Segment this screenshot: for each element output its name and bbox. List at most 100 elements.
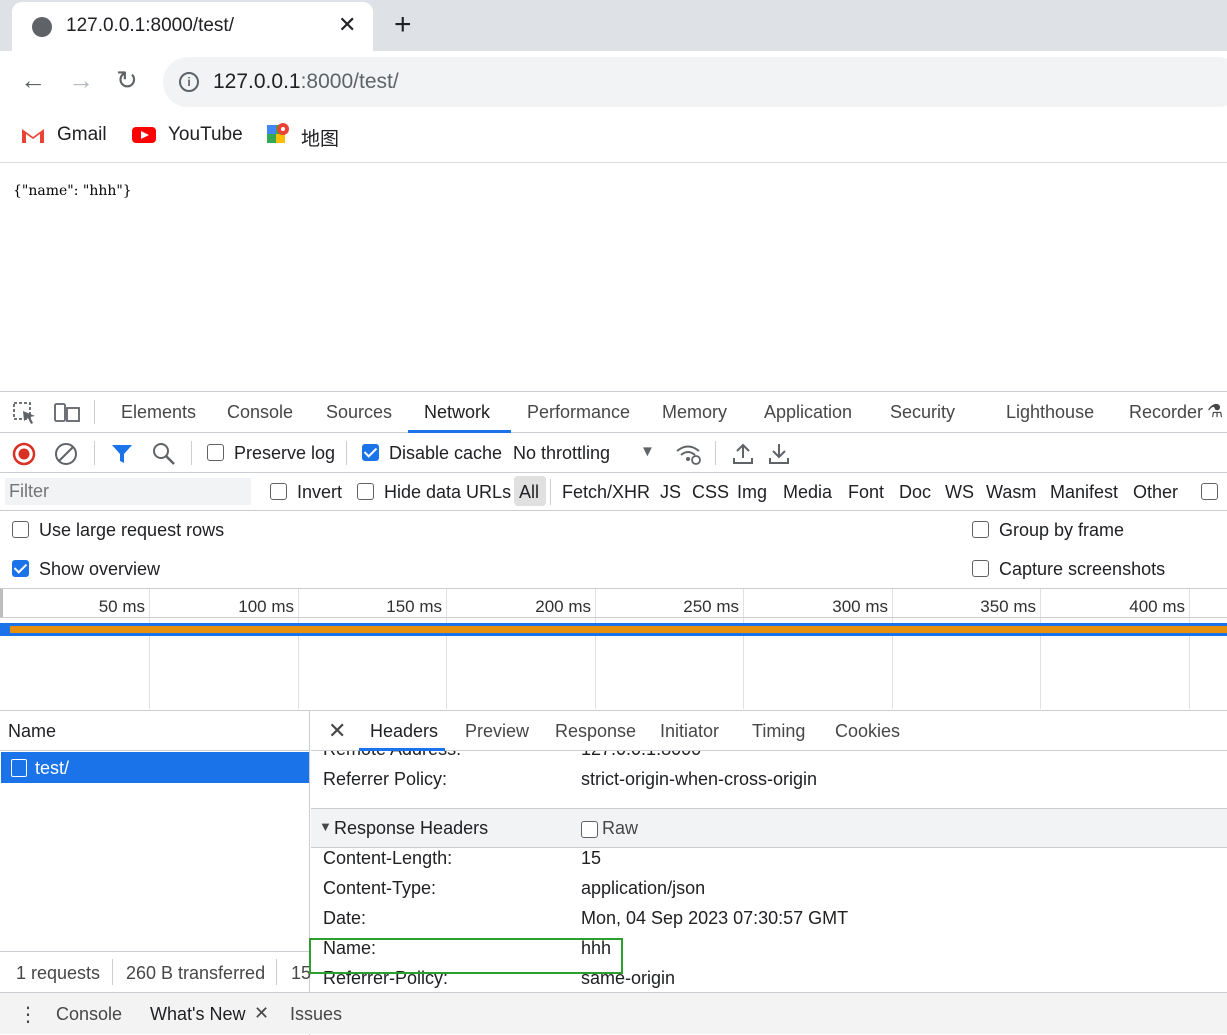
large-rows-checkbox[interactable] <box>12 521 29 538</box>
type-filter-font[interactable]: Font <box>848 482 884 503</box>
close-details-icon[interactable]: ✕ <box>328 718 346 744</box>
preserve-log-label: Preserve log <box>234 443 336 463</box>
disable-cache-checkbox[interactable] <box>362 444 379 461</box>
separator <box>550 479 551 505</box>
more-options-icon[interactable]: ⋮ <box>18 1002 38 1027</box>
type-filter-js[interactable]: JS <box>660 482 681 503</box>
blocked-checkbox[interactable] <box>1201 483 1218 500</box>
tab-close-icon[interactable]: ✕ <box>338 12 356 38</box>
invert-checkbox[interactable] <box>270 483 287 500</box>
tab-initiator[interactable]: Initiator <box>660 721 719 742</box>
drawer-tab-whats-new[interactable]: What's New <box>150 1004 245 1025</box>
preserve-log-checkbox[interactable] <box>207 444 224 461</box>
tab-timing[interactable]: Timing <box>752 721 805 742</box>
request-count: 1 requests <box>16 963 101 983</box>
tab-sources[interactable]: Sources <box>326 402 392 423</box>
name-column-header[interactable]: Name <box>8 721 56 742</box>
tick-line <box>743 589 744 709</box>
response-headers-section[interactable]: ▼ Response Headers Raw <box>311 808 1227 848</box>
tab-headers[interactable]: Headers <box>370 721 438 742</box>
reload-icon[interactable]: ↻ <box>116 65 138 96</box>
device-toolbar-icon[interactable] <box>54 402 80 424</box>
throttling-select[interactable]: No throttling <box>513 443 610 464</box>
show-overview-checkbox[interactable] <box>12 560 29 577</box>
record-stop-icon[interactable] <box>12 442 36 466</box>
url-path: :8000/test/ <box>300 70 399 93</box>
tab-lighthouse[interactable]: Lighthouse <box>1006 402 1094 423</box>
type-filter-wasm[interactable]: Wasm <box>986 482 1036 503</box>
back-icon[interactable]: ← <box>20 65 46 96</box>
tab-memory[interactable]: Memory <box>662 402 727 423</box>
drawer-tab-issues[interactable]: Issues <box>290 1004 342 1025</box>
tab-network[interactable]: Network <box>424 402 490 423</box>
tab-console[interactable]: Console <box>227 402 293 423</box>
tab-recorder[interactable]: Recorder <box>1129 402 1203 423</box>
browser-toolbar: ← → ↻ i 127.0.0.1:8000/test/ <box>0 51 1227 111</box>
type-filter-manifest[interactable]: Manifest <box>1050 482 1118 503</box>
filter-input[interactable] <box>5 478 251 505</box>
response-headers-title: Response Headers <box>334 818 489 838</box>
inspect-element-icon[interactable] <box>13 402 37 424</box>
address-bar[interactable]: i 127.0.0.1:8000/test/ <box>163 57 1227 107</box>
header-name: Content-Length: <box>323 848 453 868</box>
tab-response[interactable]: Response <box>555 721 636 742</box>
type-filter-doc[interactable]: Doc <box>899 482 931 503</box>
globe-icon <box>32 17 52 37</box>
timeline-handle[interactable] <box>0 589 3 617</box>
clear-icon[interactable] <box>54 442 78 466</box>
divider <box>0 617 1227 618</box>
capture-screenshots-checkbox[interactable] <box>972 560 989 577</box>
separator <box>346 441 347 465</box>
invert-label: Invert <box>297 482 343 502</box>
triangle-down-icon: ▼ <box>319 819 332 834</box>
tab-cookies[interactable]: Cookies <box>835 721 900 742</box>
hide-data-urls-checkbox[interactable] <box>357 483 374 500</box>
bookmark-youtube[interactable]: YouTube <box>168 124 243 146</box>
import-har-icon[interactable] <box>732 442 754 466</box>
request-row[interactable]: test/ <box>1 752 309 783</box>
tab-preview[interactable]: Preview <box>465 721 529 742</box>
network-conditions-icon[interactable] <box>675 442 701 466</box>
header-name: Date: <box>323 908 367 928</box>
raw-checkbox[interactable] <box>581 821 598 838</box>
url-text[interactable]: 127.0.0.1:8000/test/ <box>213 70 399 94</box>
chevron-down-icon[interactable]: ▼ <box>640 443 655 460</box>
tab-security[interactable]: Security <box>890 402 955 423</box>
bookmark-gmail[interactable]: Gmail <box>57 124 107 146</box>
header-value: strict-origin-when-cross-origin <box>581 769 818 789</box>
type-filter-fetch-xhr[interactable]: Fetch/XHR <box>562 482 650 503</box>
forward-icon[interactable]: → <box>68 65 94 96</box>
tab-application[interactable]: Application <box>764 402 852 423</box>
new-tab-button[interactable]: + <box>394 8 412 42</box>
drawer-tab-close-icon[interactable]: ✕ <box>254 1003 269 1024</box>
separator <box>94 400 95 424</box>
search-icon[interactable] <box>152 442 176 466</box>
tick-label: 300 ms <box>832 597 888 616</box>
type-filter-media[interactable]: Media <box>783 482 832 503</box>
filter-icon[interactable] <box>111 443 133 465</box>
site-info-icon[interactable]: i <box>179 72 199 92</box>
type-filter-all[interactable]: All <box>519 482 539 503</box>
drawer-tab-console[interactable]: Console <box>56 1004 122 1025</box>
tick-line <box>595 589 596 709</box>
tab-elements[interactable]: Elements <box>121 402 196 423</box>
type-filter-img[interactable]: Img <box>737 482 767 503</box>
bookmark-maps[interactable]: 地图 <box>301 124 339 151</box>
tab-performance[interactable]: Performance <box>527 402 630 423</box>
header-value: Mon, 04 Sep 2023 07:30:57 GMT <box>581 908 849 928</box>
capture-screenshots-label: Capture screenshots <box>999 559 1166 579</box>
tick-label: 50 ms <box>98 597 145 616</box>
request-list: Name test/ 1 requests 260 B transferred … <box>0 711 311 1035</box>
devtools-drawer: ⋮ Console What's New ✕ Issues <box>0 992 1227 1034</box>
type-filter-css[interactable]: CSS <box>692 482 729 503</box>
timeline-overview[interactable]: 50 ms 100 ms 150 ms 200 ms 250 ms 300 ms… <box>0 589 1227 711</box>
type-filter-ws[interactable]: WS <box>945 482 974 503</box>
separator <box>94 441 95 465</box>
maps-icon <box>267 123 289 143</box>
disable-cache-label: Disable cache <box>389 443 503 463</box>
export-har-icon[interactable] <box>768 442 790 466</box>
type-filter-other[interactable]: Other <box>1133 482 1178 503</box>
browser-tab[interactable]: 127.0.0.1:8000/test/ ✕ <box>12 2 373 51</box>
group-by-frame-checkbox[interactable] <box>972 521 989 538</box>
page-json-text: {"name": "hhh"} <box>13 183 132 199</box>
